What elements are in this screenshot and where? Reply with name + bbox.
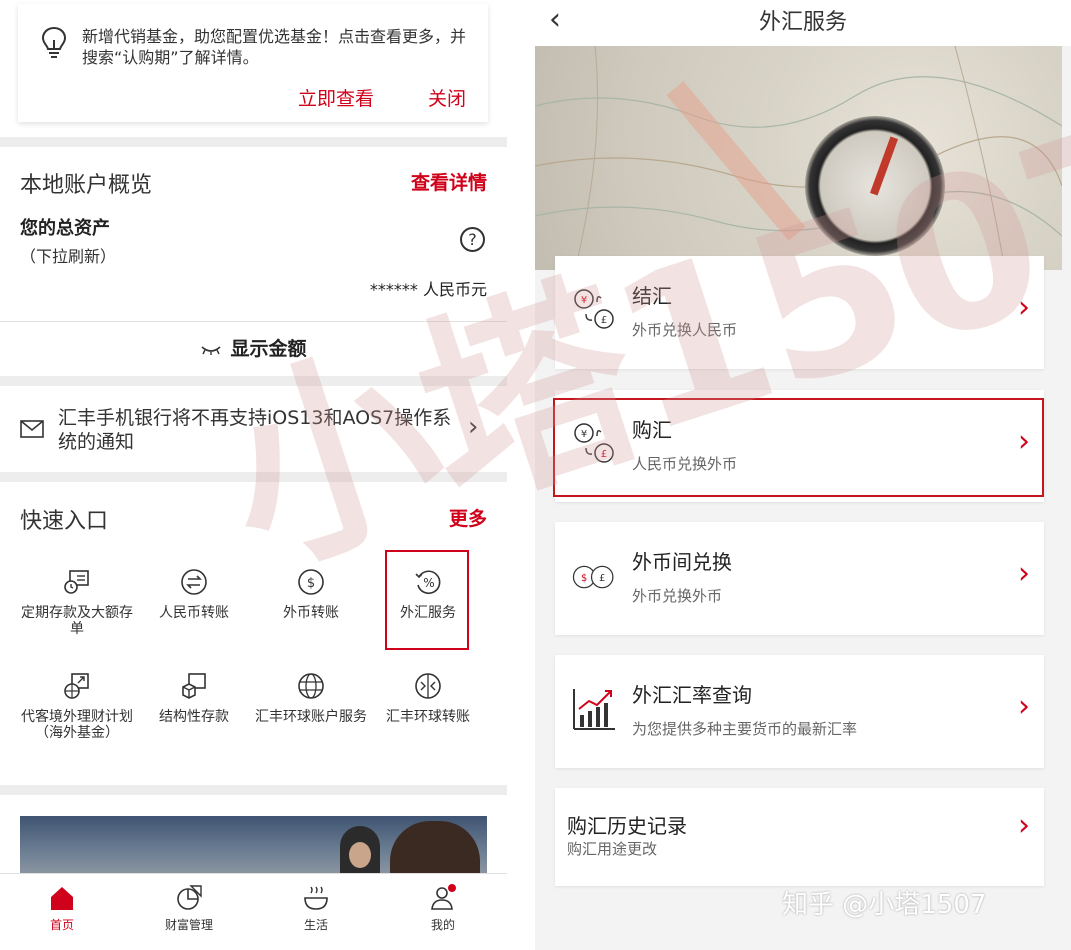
show-amount-label: 显示金额	[230, 338, 307, 360]
fx-item-rates[interactable]: 外汇汇率查询 为您提供多种主要货币的最新汇率 ›	[555, 655, 1044, 768]
quick-item-term-deposit[interactable]: 定期存款及大额存单	[19, 567, 135, 637]
chevron-right-icon: ›	[1018, 808, 1030, 843]
tab-life[interactable]: 生活	[271, 884, 361, 933]
tab-label: 首页	[49, 918, 74, 932]
total-assets-label: 您的总资产	[20, 218, 110, 239]
fx-item-subtitle: 外币兑换外币	[632, 587, 723, 605]
close-notice-button[interactable]: 关闭	[428, 84, 466, 111]
quick-item-structured-deposit[interactable]: 结构性存款	[136, 671, 252, 725]
quick-item-label: 汇丰环球转账	[386, 709, 470, 725]
quick-item-label: 外币转账	[283, 605, 339, 621]
section-separator	[0, 137, 507, 147]
quick-item-rmb-transfer[interactable]: 人民币转账	[136, 567, 252, 621]
compass-map-hero-image	[535, 46, 1062, 270]
coins-exchange-icon: $ £	[572, 565, 614, 589]
tab-label: 财富管理	[164, 918, 213, 932]
account-overview-title: 本地账户概览	[20, 173, 153, 198]
rider-face	[349, 842, 371, 868]
divider	[0, 321, 507, 322]
promo-banner-image[interactable]	[20, 816, 487, 876]
chevron-right-icon: ›	[468, 412, 479, 442]
highlight-box	[553, 398, 1044, 497]
quick-access-title: 快速入口	[20, 509, 109, 534]
svg-text:$: $	[307, 576, 315, 591]
page-title: 外汇服务	[758, 10, 847, 35]
global-account-icon	[298, 673, 324, 699]
fx-item-settlement[interactable]: ¥ £ 结汇 外币兑换人民币 ›	[555, 256, 1044, 369]
profile-icon	[431, 884, 456, 910]
chevron-right-icon: ›	[1018, 290, 1030, 325]
view-details-link[interactable]: 查看详情	[411, 168, 487, 195]
fx-item-subtitle: 为您提供多种主要货币的最新汇率	[632, 720, 858, 738]
svg-text:£: £	[601, 315, 607, 326]
mail-icon	[20, 420, 44, 438]
corner-watermark: 知乎 @小塔1507	[782, 890, 987, 920]
lightbulb-icon	[41, 26, 67, 58]
fx-item-purchase-history[interactable]: 购汇历史记录 购汇用途更改 ›	[555, 788, 1044, 886]
eye-closed-icon	[201, 345, 222, 355]
quick-item-global-account[interactable]: 汇丰环球账户服务	[253, 671, 369, 725]
quick-item-label: 结构性存款	[159, 709, 229, 725]
tab-profile[interactable]: 我的	[398, 884, 488, 933]
total-assets-value: ****** 人民币元	[369, 280, 487, 299]
section-separator	[0, 785, 507, 795]
promo-notice-text: 新增代销基金，助您配置优选基金！点击查看更多，并搜索“认购期”了解详情。	[82, 27, 467, 67]
view-now-button[interactable]: 立即查看	[298, 84, 374, 111]
screenshot-root: 新增代销基金，助您配置优选基金！点击查看更多，并搜索“认购期”了解详情。 立即查…	[0, 0, 1071, 950]
quick-item-label: 定期存款及大额存单	[21, 605, 133, 637]
wealth-icon	[177, 885, 202, 910]
bottom-tab-bar: 首页 财富管理 生活 我的	[0, 873, 507, 950]
fx-service-screen: ‹ 外汇服务 ¥ £ 结汇 外币兑换人民币 › ¥ £ 购汇 人民币兑换外币 ›…	[535, 0, 1071, 950]
chevron-right-icon: ›	[1018, 689, 1030, 724]
term-deposit-icon	[64, 570, 89, 594]
fx-item-title: 外汇汇率查询	[632, 683, 752, 707]
svg-text:¥: ¥	[581, 295, 587, 306]
quick-item-global-transfer[interactable]: 汇丰环球转账	[370, 671, 486, 725]
rmb-transfer-icon	[181, 569, 207, 595]
more-link[interactable]: 更多	[449, 504, 487, 531]
quick-item-label: 代客境外理财计划（海外基金）	[21, 709, 133, 741]
svg-text:$: $	[581, 573, 587, 584]
promo-notice-card: 新增代销基金，助您配置优选基金！点击查看更多，并搜索“认购期”了解详情。 立即查…	[18, 4, 488, 122]
nav-header: ‹ 外汇服务	[535, 0, 1071, 46]
fx-item-title: 购汇历史记录	[567, 814, 687, 838]
horse-silhouette	[390, 821, 480, 876]
fx-transfer-icon: $	[298, 569, 324, 595]
qdii-icon	[64, 673, 89, 699]
svg-text:£: £	[599, 573, 605, 584]
map-lines	[535, 46, 1062, 270]
currency-exchange-icon: ¥ £	[574, 289, 614, 329]
quick-item-qdii[interactable]: 代客境外理财计划（海外基金）	[19, 671, 135, 741]
fx-item-subtitle: 外币兑换人民币	[632, 321, 738, 339]
tab-label: 生活	[303, 918, 328, 932]
help-icon[interactable]: ?	[460, 227, 485, 252]
pull-refresh-hint: （下拉刷新）	[20, 247, 117, 266]
hsbc-home-screen: 新增代销基金，助您配置优选基金！点击查看更多，并搜索“认购期”了解详情。 立即查…	[0, 0, 507, 950]
section-separator	[0, 472, 507, 482]
rate-chart-icon	[573, 689, 615, 730]
show-amount-button[interactable]: 显示金额	[0, 334, 507, 361]
home-icon	[51, 887, 73, 910]
tab-home[interactable]: 首页	[17, 884, 107, 933]
fx-item-title: 结汇	[632, 284, 672, 308]
system-notice-row[interactable]: 汇丰手机银行将不再支持iOS13和AOS7操作系统的通知 ›	[0, 392, 507, 472]
chevron-right-icon: ›	[1018, 556, 1030, 591]
fx-item-subtitle: 购汇用途更改	[567, 840, 658, 858]
quick-item-label: 人民币转账	[159, 605, 229, 621]
highlight-box	[385, 550, 469, 650]
fx-item-cross-currency[interactable]: $ £ 外币间兑换 外币兑换外币 ›	[555, 522, 1044, 635]
quick-item-fx-transfer[interactable]: $ 外币转账	[253, 567, 369, 621]
life-icon	[304, 886, 328, 910]
quick-item-label: 汇丰环球账户服务	[255, 709, 367, 725]
system-notice-text: 汇丰手机银行将不再支持iOS13和AOS7操作系统的通知	[58, 407, 452, 453]
structured-deposit-icon	[182, 673, 206, 699]
fx-item-title: 外币间兑换	[632, 550, 732, 574]
global-transfer-icon	[415, 673, 441, 699]
tab-label: 我的	[430, 918, 455, 932]
tab-wealth[interactable]: 财富管理	[144, 884, 234, 933]
section-separator	[0, 376, 507, 386]
